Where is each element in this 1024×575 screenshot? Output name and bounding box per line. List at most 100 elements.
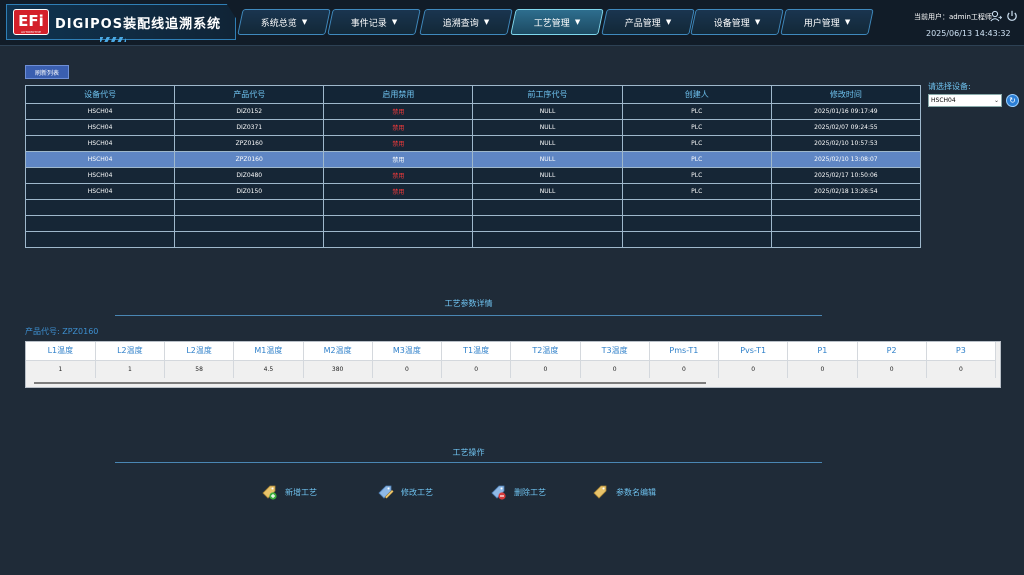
column-header[interactable]: 产品代号 — [174, 85, 325, 104]
table-row[interactable]: HSCH04 DIZ0480 禁用 NULL PLC 2025/02/17 10… — [24, 167, 922, 184]
user-switch-icon[interactable] — [990, 10, 1002, 22]
tag-edit-icon — [378, 485, 394, 499]
param-value: 1 — [26, 360, 96, 378]
table-cell: 2025/02/10 10:57:53 — [770, 135, 922, 152]
section-divider — [115, 462, 822, 463]
table-cell: HSCH04 — [24, 151, 176, 168]
nav-tab-system-overview[interactable]: 系统总览 ▼ — [237, 9, 331, 35]
nav-tab-label: 用户管理 — [803, 18, 840, 29]
param-value-row[interactable]: 1 1 58 4.5 380 0 0 0 0 0 0 0 0 0 — [26, 360, 997, 378]
table-cell: PLC — [621, 151, 772, 168]
column-header[interactable]: 修改时间 — [770, 85, 922, 104]
table-row-selected[interactable]: HSCH04 ZPZ0160 禁用 NULL PLC 2025/02/10 13… — [24, 151, 922, 168]
param-header-row: L1温度 L2温度 L2温度 M1温度 M2温度 M3温度 T1温度 T2温度 … — [26, 342, 997, 361]
table-cell — [621, 231, 772, 248]
table-cell — [174, 231, 325, 248]
table-cell — [472, 199, 623, 216]
table-cell — [323, 231, 474, 248]
table-cell: ZPZ0160 — [174, 151, 325, 168]
edit-param-names-button[interactable]: 参数名编辑 — [592, 484, 656, 500]
table-cell — [472, 231, 623, 248]
logo-sub-text: AUTOMOTIVE — [20, 30, 42, 34]
table-cell — [770, 231, 922, 248]
chevron-down-icon: ▼ — [844, 18, 851, 26]
table-cell: NULL — [472, 135, 623, 152]
table-row[interactable]: HSCH04 DIZ0371 禁用 NULL PLC 2025/02/07 09… — [24, 119, 922, 136]
table-cell — [24, 215, 176, 232]
chevron-down-icon: ▼ — [301, 18, 308, 26]
table-cell: 2025/02/18 13:26:54 — [770, 183, 922, 200]
nav-tab-label: 设备管理 — [713, 18, 750, 29]
column-header[interactable]: 前工序代号 — [472, 85, 623, 104]
table-row[interactable]: HSCH04 ZPZ0160 禁用 NULL PLC 2025/02/10 10… — [24, 135, 922, 152]
edit-process-button[interactable]: 修改工艺 — [377, 484, 433, 500]
table-cell — [24, 231, 176, 248]
param-column-header: Pms-T1 — [649, 342, 720, 361]
delete-process-button[interactable]: 删除工艺 — [490, 484, 546, 500]
column-header[interactable]: 设备代号 — [24, 85, 176, 104]
top-header: EFi AUTOMOTIVE DIGIPOS装配线追溯系统 系统总览 ▼ 事件记录… — [0, 0, 1024, 46]
nav-tab-process-management[interactable]: 工艺管理 ▼ — [510, 9, 604, 35]
add-process-button[interactable]: 新增工艺 — [261, 484, 317, 500]
nav-tab-user-management[interactable]: 用户管理 ▼ — [780, 9, 874, 35]
nav-tab-label: 追溯查询 — [442, 18, 479, 29]
table-cell: NULL — [472, 183, 623, 200]
table-cell: PLC — [621, 119, 772, 136]
table-cell — [770, 199, 922, 216]
table-cell: NULL — [472, 119, 623, 136]
table-cell: DIZ0152 — [174, 103, 325, 120]
table-cell — [770, 215, 922, 232]
table-row[interactable]: HSCH04 DIZ0150 禁用 NULL PLC 2025/02/18 13… — [24, 183, 922, 200]
param-column-header: Pvs-T1 — [718, 342, 789, 361]
chevron-down-icon: ▼ — [391, 18, 398, 26]
nav-tab-event-log[interactable]: 事件记录 ▼ — [327, 9, 421, 35]
param-value: 0 — [649, 360, 720, 378]
chevron-down-icon: ▼ — [665, 18, 672, 26]
table-cell: NULL — [472, 151, 623, 168]
table-cell — [621, 215, 772, 232]
table-row[interactable]: HSCH04 DIZ0152 禁用 NULL PLC 2025/01/16 09… — [24, 103, 922, 120]
nav-tab-device-management[interactable]: 设备管理 ▼ — [690, 9, 784, 35]
device-select[interactable]: HSCH04 ⌄ — [928, 94, 1002, 107]
table-cell: HSCH04 — [24, 103, 176, 120]
table-cell — [24, 199, 176, 216]
device-select-value: HSCH04 — [931, 97, 956, 104]
param-value: 380 — [303, 360, 373, 378]
table-row-empty — [24, 231, 922, 248]
table-cell: DIZ0371 — [174, 119, 325, 136]
tag-icon — [593, 485, 607, 499]
tag-delete-icon — [491, 485, 506, 500]
refresh-list-button[interactable]: 刷新列表 — [25, 65, 69, 79]
status-cell: 禁用 — [323, 183, 474, 200]
table-cell: 2025/02/07 09:24:55 — [770, 119, 922, 136]
horizontal-scrollbar[interactable] — [34, 382, 706, 384]
param-value: 1 — [95, 360, 166, 378]
param-column-header: M3温度 — [372, 342, 443, 361]
app-title: DIGIPOS装配线追溯系统 — [55, 17, 222, 32]
param-column-header: P2 — [857, 342, 927, 361]
chevron-down-icon: ▼ — [754, 18, 761, 26]
nav-tab-product-management[interactable]: 产品管理 ▼ — [601, 9, 695, 35]
table-cell — [174, 199, 325, 216]
table-cell: PLC — [621, 167, 772, 184]
nav-tab-trace-query[interactable]: 追溯查询 ▼ — [419, 9, 513, 35]
refresh-device-icon[interactable]: ↻ — [1006, 94, 1019, 107]
param-column-header: L2温度 — [164, 342, 235, 361]
status-cell: 禁用 — [323, 103, 474, 120]
current-datetime: 2025/06/13 14:43:32 — [926, 29, 1011, 38]
nav-tab-label: 产品管理 — [624, 18, 661, 29]
column-header[interactable]: 启用禁用 — [323, 85, 474, 104]
add-process-label: 新增工艺 — [285, 487, 317, 497]
table-header-row: 设备代号 产品代号 启用禁用 前工序代号 创建人 修改时间 — [24, 85, 922, 104]
table-cell: ZPZ0160 — [174, 135, 325, 152]
power-icon[interactable] — [1006, 10, 1018, 22]
logo-panel: EFi AUTOMOTIVE DIGIPOS装配线追溯系统 — [6, 4, 236, 40]
table-cell: 2025/02/17 10:50:06 — [770, 167, 922, 184]
param-column-header: L2温度 — [95, 342, 166, 361]
table-cell: PLC — [621, 135, 772, 152]
param-value: 0 — [580, 360, 650, 378]
efi-logo: EFi AUTOMOTIVE — [13, 9, 49, 35]
delete-process-label: 删除工艺 — [514, 487, 546, 497]
column-header[interactable]: 创建人 — [621, 85, 772, 104]
table-cell — [174, 215, 325, 232]
